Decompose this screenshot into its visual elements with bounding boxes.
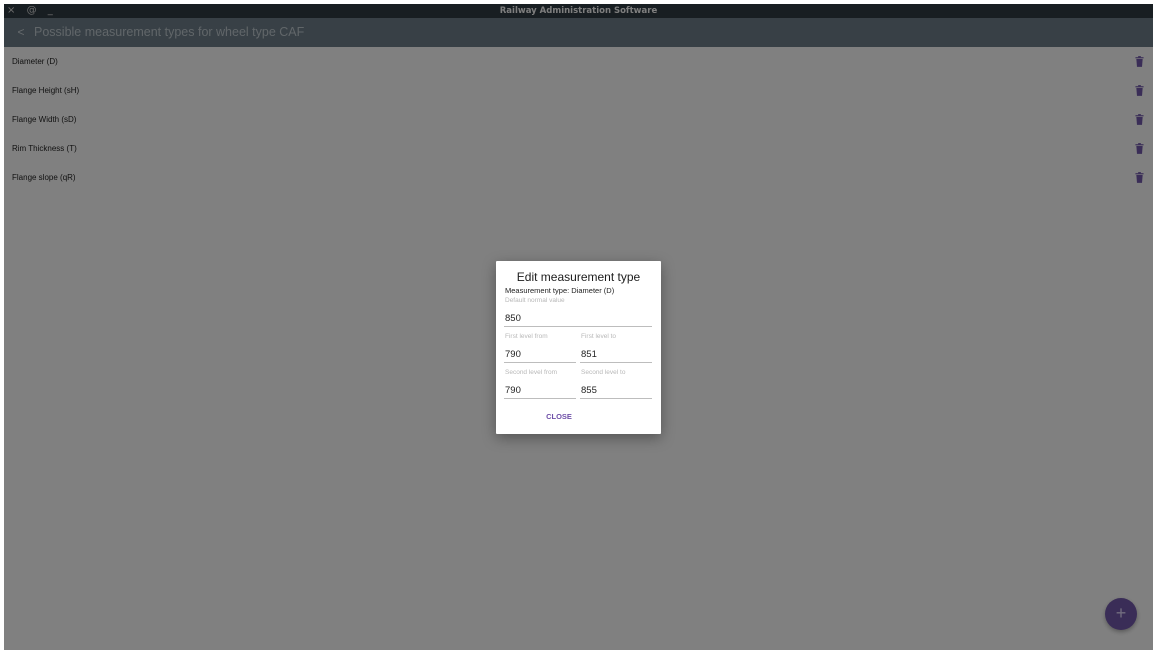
default-normal-value-input[interactable] (504, 313, 654, 324)
app-window: × @ _ Railway Administration Software < … (4, 4, 1153, 650)
second-level-to-label: Second level to (581, 369, 626, 376)
first-level-from-input[interactable] (504, 349, 578, 360)
dialog-subtitle: Measurement type: Diameter (D) (505, 286, 615, 295)
first-level-from-label: First level from (505, 333, 548, 340)
dialog-title: Edit measurement type (516, 270, 641, 284)
second-level-from-label: Second level from (505, 369, 558, 376)
first-level-to-input[interactable] (580, 349, 654, 360)
default-normal-value-field: Default normal value (504, 297, 654, 327)
first-level-to-label: First level to (581, 333, 617, 340)
second-level-to-input[interactable] (580, 385, 654, 396)
default-normal-value-label: Default normal value (505, 297, 565, 304)
second-level-from-field: Second level from (504, 369, 578, 399)
second-level-from-input[interactable] (504, 385, 578, 396)
edit-measurement-dialog: Edit measurement type Measurement type: … (496, 261, 661, 434)
close-button[interactable]: CLOSE (542, 410, 576, 424)
second-level-to-field: Second level to (580, 369, 654, 399)
first-level-from-field: First level from (504, 333, 578, 363)
first-level-to-field: First level to (580, 333, 654, 363)
